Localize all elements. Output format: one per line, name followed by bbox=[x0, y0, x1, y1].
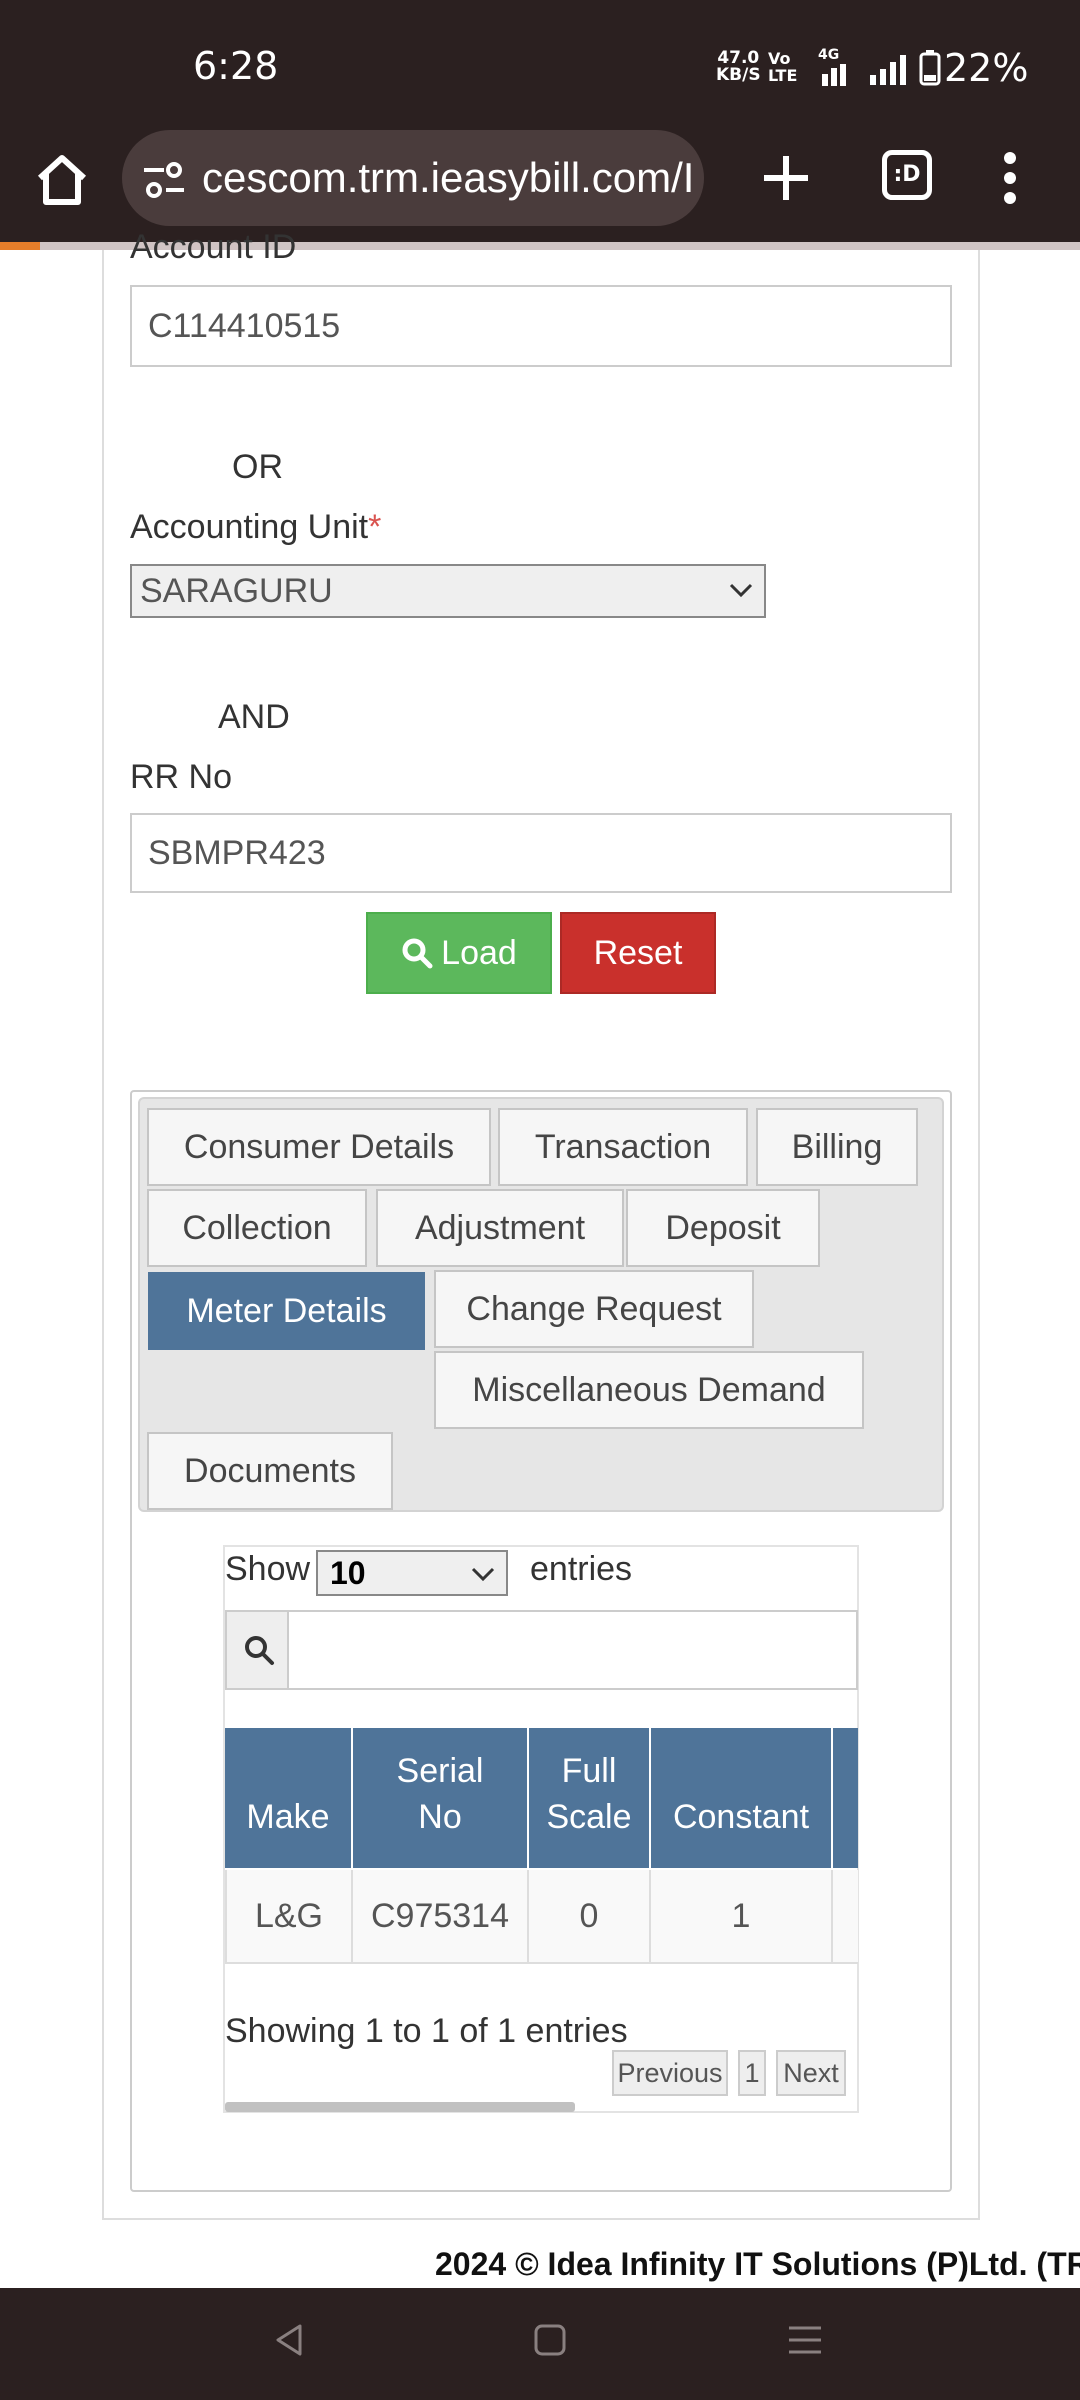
tab-switcher-button[interactable]: :D bbox=[882, 150, 932, 200]
column-header-constant[interactable]: Constant bbox=[651, 1728, 833, 1868]
tab-deposit[interactable]: Deposit bbox=[626, 1189, 820, 1267]
chevron-down-icon bbox=[471, 1567, 495, 1582]
load-button[interactable]: Load bbox=[366, 912, 552, 994]
reset-button[interactable]: Reset bbox=[560, 912, 716, 994]
signal-icon bbox=[870, 55, 906, 85]
tab-documents[interactable]: Documents bbox=[147, 1432, 393, 1510]
table-cell-make: L&G bbox=[225, 1870, 353, 1964]
and-label: AND bbox=[218, 698, 290, 736]
network-speed: 47.0 KB/S bbox=[716, 50, 761, 84]
accounting-unit-label-text: Accounting Unit bbox=[130, 508, 369, 546]
accounting-unit-label: Accounting Unit* bbox=[130, 508, 381, 547]
show-label: Show bbox=[225, 1550, 311, 1588]
back-icon[interactable] bbox=[270, 2320, 310, 2360]
tab-adjustment[interactable]: Adjustment bbox=[376, 1189, 624, 1267]
rr-no-input[interactable]: SBMPR423 bbox=[130, 813, 952, 893]
table-cell-constant: 1 bbox=[651, 1870, 833, 1964]
battery-icon bbox=[919, 50, 941, 86]
accounting-unit-value: SARAGURU bbox=[140, 571, 333, 610]
rr-no-label: RR No bbox=[130, 758, 233, 796]
network-speed-unit: KB/S bbox=[716, 65, 761, 85]
tab-consumer-details[interactable]: Consumer Details bbox=[147, 1108, 491, 1186]
chevron-down-icon bbox=[729, 583, 753, 598]
tab-meter-details[interactable]: Meter Details bbox=[148, 1272, 425, 1350]
tab-transaction[interactable]: Transaction bbox=[498, 1108, 748, 1186]
recents-icon[interactable] bbox=[785, 2320, 825, 2360]
table-cell-full-scale: 0 bbox=[529, 1870, 651, 1964]
volte-bottom: LTE bbox=[768, 66, 798, 85]
status-bar: 6:28 47.0 KB/S Vo LTE 4G 22% bbox=[0, 0, 1080, 130]
column-header-overflow bbox=[833, 1728, 858, 1868]
account-id-label: Account ID bbox=[130, 228, 297, 266]
table-cell-overflow bbox=[833, 1870, 858, 1964]
tab-change-request[interactable]: Change Request bbox=[434, 1270, 754, 1348]
status-time: 6:28 bbox=[193, 44, 279, 88]
pagination-next[interactable]: Next bbox=[776, 2050, 846, 2096]
accounting-unit-select[interactable]: SARAGURU bbox=[130, 564, 766, 618]
home-nav-icon[interactable] bbox=[530, 2320, 570, 2360]
entries-per-page-value: 10 bbox=[330, 1554, 366, 1591]
load-button-label: Load bbox=[441, 933, 517, 972]
column-header-full-scale[interactable]: Full Scale bbox=[529, 1728, 651, 1868]
or-label: OR bbox=[232, 448, 283, 486]
entries-per-page-select[interactable]: 10 bbox=[316, 1550, 508, 1596]
footer-copyright: 2024 © Idea Infinity IT Solutions (P)Ltd… bbox=[435, 2246, 1080, 2282]
volte-indicator: Vo LTE bbox=[768, 50, 797, 84]
new-tab-icon[interactable] bbox=[758, 150, 814, 206]
signal-4g-icon: 4G bbox=[818, 48, 854, 93]
search-addon bbox=[227, 1612, 289, 1688]
tab-miscellaneous-demand[interactable]: Miscellaneous Demand bbox=[434, 1351, 864, 1429]
table-search bbox=[225, 1610, 858, 1690]
meter-details-table: Make Serial No Full Scale Constant L&G C97… bbox=[225, 1728, 858, 1968]
table-search-input[interactable] bbox=[291, 1612, 856, 1688]
pagination-previous[interactable]: Previous bbox=[612, 2050, 728, 2096]
table-horizontal-scrollbar[interactable] bbox=[225, 2102, 575, 2112]
search-icon bbox=[402, 938, 433, 969]
search-icon bbox=[245, 1636, 274, 1665]
url-text: cescom.trm.ieasybill.com/I bbox=[202, 154, 692, 201]
pagination-page-1[interactable]: 1 bbox=[738, 2050, 766, 2096]
tab-collection[interactable]: Collection bbox=[147, 1189, 367, 1267]
column-header-serial-no[interactable]: Serial No bbox=[353, 1728, 529, 1868]
column-header-make[interactable]: Make bbox=[225, 1728, 353, 1868]
address-bar[interactable]: cescom.trm.ieasybill.com/I bbox=[122, 130, 704, 226]
tab-billing[interactable]: Billing bbox=[756, 1108, 918, 1186]
table-info: Showing 1 to 1 of 1 entries bbox=[225, 2012, 628, 2050]
site-settings-icon[interactable] bbox=[142, 160, 186, 200]
volte-top: Vo bbox=[768, 49, 791, 68]
account-id-input[interactable]: C114410515 bbox=[130, 285, 952, 367]
table-cell-serial-no: C975314 bbox=[353, 1870, 529, 1964]
entries-label: entries bbox=[530, 1550, 633, 1588]
network-type: 4G bbox=[818, 47, 840, 63]
required-mark: * bbox=[368, 508, 382, 546]
overflow-menu-icon[interactable] bbox=[995, 148, 1025, 208]
system-navigation-bar bbox=[0, 2288, 1080, 2400]
home-icon[interactable] bbox=[32, 150, 92, 210]
battery-level: 22% bbox=[944, 46, 1029, 90]
